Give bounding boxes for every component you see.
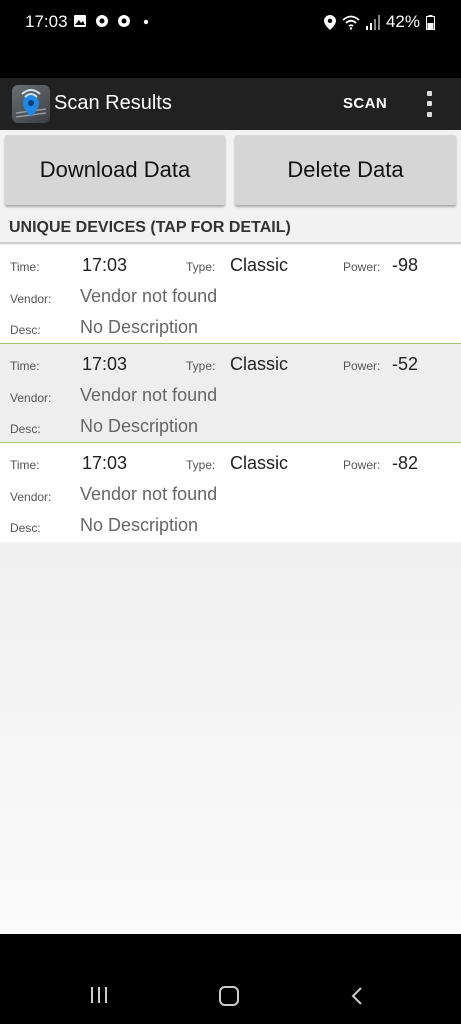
chrome-icon: [118, 15, 130, 27]
bluetooth-scanner-logo-icon: [12, 85, 50, 123]
status-time: 17:03: [25, 12, 68, 31]
type-value: Classic: [230, 255, 289, 275]
vendor-value: Vendor not found: [80, 484, 218, 504]
desc-value: No Description: [80, 515, 199, 535]
signal-icon: [365, 14, 380, 30]
vendor-label: Vendor:: [10, 490, 52, 504]
download-data-button[interactable]: Download Data: [5, 135, 225, 205]
vendor-label: Vendor:: [10, 292, 52, 306]
power-label: Power:: [343, 458, 381, 472]
vendor-value: Vendor not found: [80, 286, 218, 306]
dot-icon: [143, 19, 149, 25]
vendor-label: Vendor:: [10, 391, 52, 405]
device-row[interactable]: Time: 17:03 Type: Classic Power: -82 Ven…: [0, 443, 461, 542]
status-bar: 17:03 42%: [0, 0, 461, 78]
desc-label: Desc:: [10, 422, 41, 436]
status-right: 42%: [323, 12, 435, 32]
device-row[interactable]: Time: 17:03 Type: Classic Power: -98 Ven…: [0, 245, 461, 344]
type-value: Classic: [230, 453, 289, 473]
more-vert-icon[interactable]: [419, 88, 439, 120]
chrome-icon: [96, 15, 108, 27]
type-label: Type:: [186, 260, 216, 274]
device-row[interactable]: Time: 17:03 Type: Classic Power: -52 Ven…: [0, 344, 461, 443]
empty-list-area: [0, 545, 461, 934]
recents-icon[interactable]: [91, 987, 107, 1003]
back-icon[interactable]: [349, 987, 365, 1005]
time-value: 17:03: [82, 255, 128, 275]
power-label: Power:: [343, 260, 381, 274]
time-label: Time:: [10, 458, 40, 472]
power-value: -52: [392, 354, 419, 374]
screen: 17:03 42% Scan Results SCAN Download Dat…: [0, 0, 461, 1024]
power-value: -98: [392, 255, 419, 275]
desc-label: Desc:: [10, 323, 41, 337]
home-icon[interactable]: [219, 986, 239, 1006]
desc-value: No Description: [80, 416, 199, 436]
section-header: UNIQUE DEVICES (TAP FOR DETAIL): [0, 212, 461, 244]
app-bar: Scan Results SCAN: [0, 78, 461, 130]
image-icon: [74, 15, 86, 27]
vendor-value: Vendor not found: [80, 385, 218, 405]
time-label: Time:: [10, 359, 40, 373]
time-value: 17:03: [82, 453, 128, 473]
type-label: Type:: [186, 458, 216, 472]
system-nav-bar: [0, 934, 461, 1024]
desc-label: Desc:: [10, 521, 41, 535]
time-value: 17:03: [82, 354, 128, 374]
desc-value: No Description: [80, 317, 199, 337]
power-label: Power:: [343, 359, 381, 373]
wifi-icon: [342, 15, 360, 30]
battery-percent: 42%: [385, 12, 420, 31]
page-title: Scan Results: [54, 92, 172, 114]
type-value: Classic: [230, 354, 289, 374]
scan-button[interactable]: SCAN: [343, 95, 387, 112]
location-icon: [323, 14, 336, 30]
type-label: Type:: [186, 359, 216, 373]
time-label: Time:: [10, 260, 40, 274]
battery-icon: [426, 14, 435, 30]
delete-data-button[interactable]: Delete Data: [235, 135, 456, 205]
device-list: Time: 17:03 Type: Classic Power: -98 Ven…: [0, 245, 461, 542]
action-button-row: Download Data Delete Data: [0, 130, 461, 210]
status-notification-icons: [73, 14, 153, 28]
power-value: -82: [392, 453, 419, 473]
